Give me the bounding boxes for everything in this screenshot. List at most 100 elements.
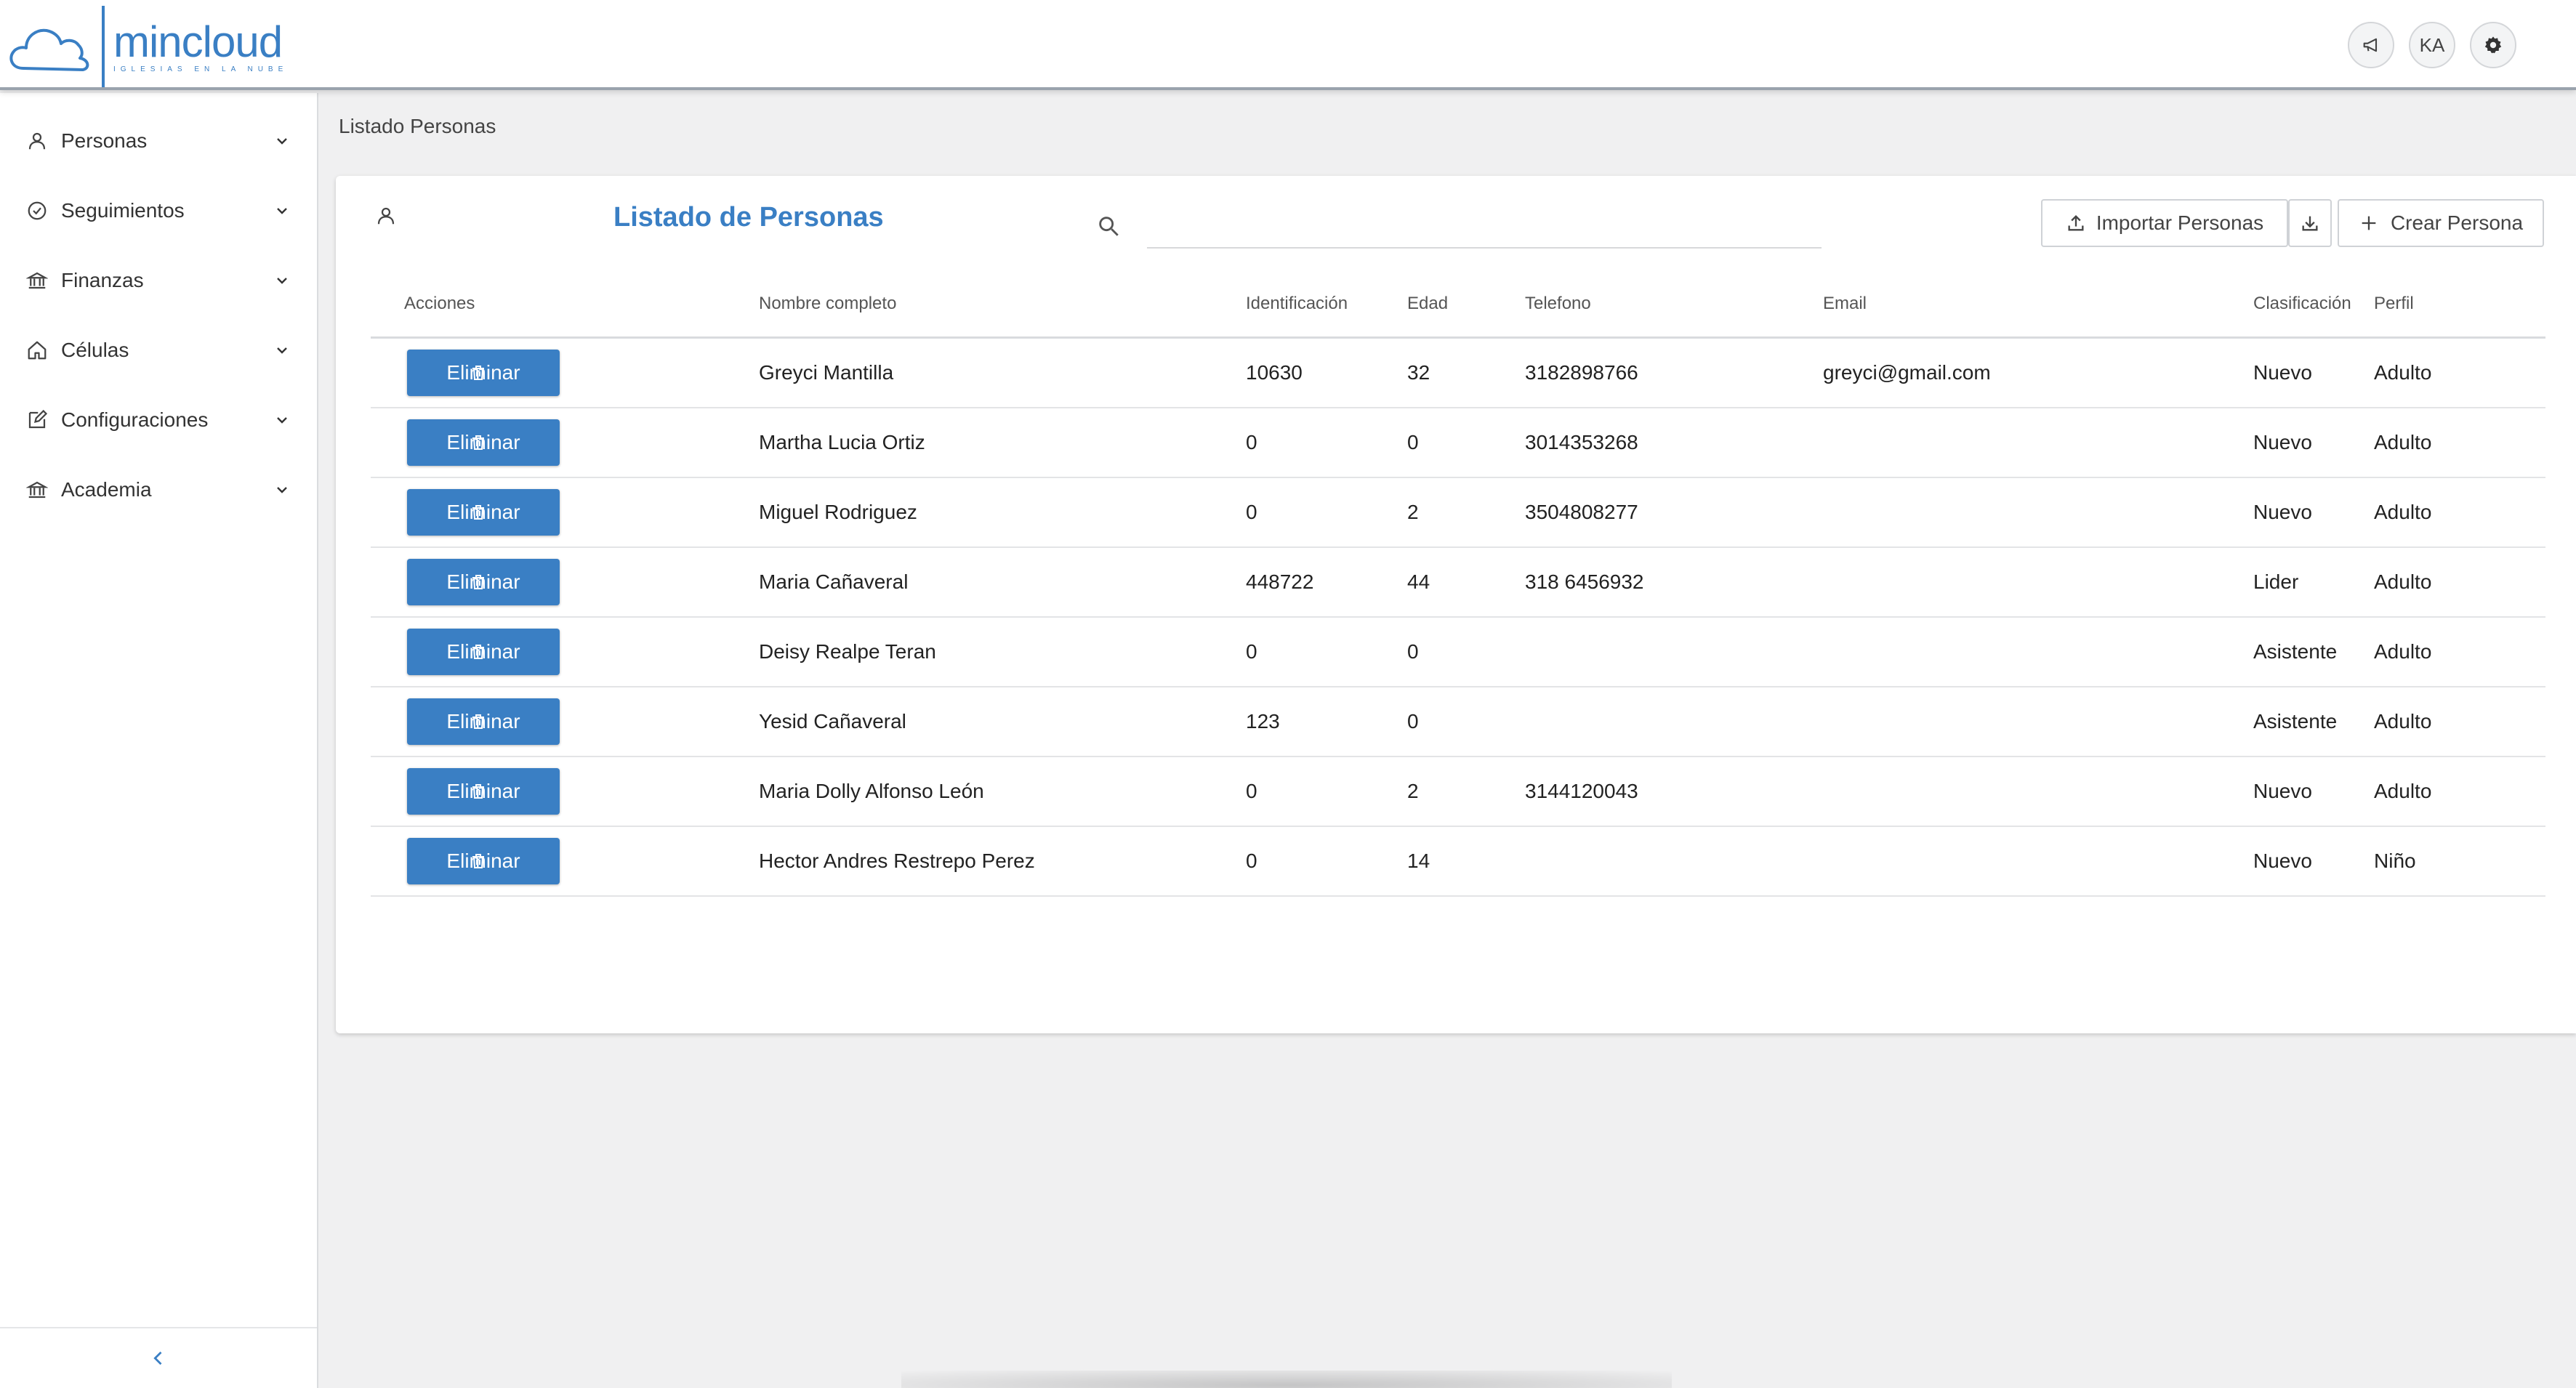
table-row[interactable]: Eliminar Hector Andres Restrepo Perez 0 14 N… [371, 827, 2545, 897]
header-telefono[interactable]: Telefono [1525, 294, 1591, 314]
settings-button[interactable] [2470, 22, 2516, 68]
cell-clasificacion: Nuevo [2253, 850, 2312, 872]
delete-label: Eliminar [446, 850, 520, 872]
header-email[interactable]: Email [1823, 294, 1867, 314]
cell-name: Yesid Cañaveral [759, 710, 906, 733]
header-nombre[interactable]: Nombre completo [759, 294, 896, 314]
download-icon [2302, 216, 2318, 231]
cell-edad: 0 [1407, 710, 1419, 733]
cell-name: Miguel Rodriguez [759, 501, 917, 523]
table-row[interactable]: Eliminar Miguel Rodriguez 0 2 3504808277 Nuev… [371, 478, 2545, 548]
cell-edad: 0 [1407, 431, 1419, 453]
search-input[interactable] [1147, 203, 1822, 249]
announcements-button[interactable] [2348, 22, 2394, 68]
people-table: Acciones Nombre completo Identificación … [371, 270, 2545, 929]
cell-perfil: Niño [2374, 850, 2416, 872]
logo[interactable]: mincloud IGLESIAS EN LA NUBE [7, 6, 288, 87]
sidebar-item-personas[interactable]: Personas [0, 106, 317, 176]
cell-identificacion: 0 [1246, 640, 1257, 663]
cell-name: Martha Lucia Ortiz [759, 431, 925, 453]
megaphone-icon [2363, 38, 2378, 52]
header-identificacion[interactable]: Identificación [1246, 294, 1348, 314]
edit-icon [28, 409, 48, 429]
sidebar-item-label: Personas [61, 129, 148, 152]
sidebar-item-academia[interactable]: Academia [0, 455, 317, 525]
delete-button[interactable]: Eliminar [407, 489, 560, 536]
table-row[interactable]: Eliminar Martha Lucia Ortiz 0 0 3014353268 Nu… [371, 408, 2545, 478]
cell-perfil: Adulto [2374, 780, 2432, 802]
delete-label: Eliminar [446, 431, 520, 453]
cell-clasificacion: Nuevo [2253, 431, 2312, 453]
chevron-down-icon [277, 487, 287, 493]
sidebar-item-label: Configuraciones [61, 408, 209, 431]
create-person-button[interactable]: Crear Persona [2338, 199, 2544, 247]
table-row[interactable]: Eliminar Maria Cañaveral 448722 44 318 64569… [371, 548, 2545, 618]
cell-edad: 2 [1407, 501, 1419, 523]
delete-button[interactable]: Eliminar [407, 350, 560, 396]
check-circle-icon [28, 201, 47, 220]
sidebar-item-finanzas[interactable]: Finanzas [0, 246, 317, 315]
table-header: Acciones Nombre completo Identificación … [371, 270, 2545, 339]
delete-button[interactable]: Eliminar [407, 559, 560, 605]
create-person-label: Crear Persona [2390, 211, 2524, 234]
search-icon [1099, 217, 1119, 236]
cell-edad: 14 [1407, 850, 1430, 872]
sidebar: Personas Seguimientos Finanzas Células C… [0, 93, 318, 1388]
delete-button[interactable]: Eliminar [407, 629, 560, 675]
import-people-button[interactable]: Importar Personas [2041, 199, 2288, 247]
cell-telefono: 318 6456932 [1525, 570, 1644, 593]
import-people-label: Importar Personas [2096, 211, 2264, 234]
person-icon [377, 207, 395, 225]
delete-label: Eliminar [446, 710, 520, 733]
cell-identificacion: 0 [1246, 501, 1257, 523]
cell-name: Maria Cañaveral [759, 570, 909, 593]
cell-edad: 2 [1407, 780, 1419, 802]
cell-identificacion: 0 [1246, 850, 1257, 872]
sidebar-collapse-button[interactable] [0, 1327, 317, 1388]
delete-button[interactable]: Eliminar [407, 698, 560, 745]
cell-edad: 32 [1407, 361, 1430, 384]
user-avatar-button[interactable]: KA [2409, 22, 2455, 68]
cell-perfil: Adulto [2374, 640, 2432, 663]
header-edad[interactable]: Edad [1407, 294, 1448, 314]
delete-label: Eliminar [446, 640, 520, 663]
download-button[interactable] [2288, 199, 2332, 247]
chevron-down-icon [277, 138, 287, 145]
chevron-down-icon [277, 347, 287, 354]
delete-label: Eliminar [446, 570, 520, 593]
cell-clasificacion: Asistente [2253, 640, 2338, 663]
cell-name: Hector Andres Restrepo Perez [759, 850, 1035, 872]
sidebar-item-label: Academia [61, 478, 152, 501]
delete-button[interactable]: Eliminar [407, 419, 560, 466]
cell-edad: 44 [1407, 570, 1430, 593]
table-row[interactable]: Eliminar Maria Dolly Alfonso León 0 2 314412… [371, 757, 2545, 827]
delete-button[interactable]: Eliminar [407, 768, 560, 815]
table-row[interactable]: Eliminar Greyci Mantilla 10630 32 3182898766… [371, 339, 2545, 408]
breadcrumb: Listado Personas [339, 115, 496, 137]
table-body: Eliminar Greyci Mantilla 10630 32 3182898766… [371, 339, 2545, 897]
bank-icon [26, 272, 48, 289]
table-row[interactable]: Eliminar Deisy Realpe Teran 0 0 Asistente Adu… [371, 618, 2545, 687]
home-icon [28, 341, 47, 360]
delete-label: Eliminar [446, 501, 520, 523]
chevron-down-icon [277, 208, 287, 214]
sidebar-item-seguimientos[interactable]: Seguimientos [0, 176, 317, 246]
sidebar-item-configuraciones[interactable]: Configuraciones [0, 385, 317, 455]
upload-icon [2068, 215, 2084, 231]
sidebar-item-celulas[interactable]: Células [0, 315, 317, 385]
cell-perfil: Adulto [2374, 431, 2432, 453]
header-acciones[interactable]: Acciones [404, 294, 475, 314]
cell-clasificacion: Asistente [2253, 710, 2338, 733]
cell-name: Deisy Realpe Teran [759, 640, 936, 663]
top-header: mincloud IGLESIAS EN LA NUBE KA [0, 0, 2576, 90]
delete-button[interactable]: Eliminar [407, 838, 560, 884]
cell-perfil: Adulto [2374, 361, 2432, 384]
cell-telefono: 3182898766 [1525, 361, 1638, 384]
cell-clasificacion: Nuevo [2253, 780, 2312, 802]
header-clasificacion[interactable]: Clasificación [2253, 294, 2351, 314]
cell-edad: 0 [1407, 640, 1419, 663]
header-perfil[interactable]: Perfil [2374, 294, 2414, 314]
chevron-down-icon [277, 417, 287, 424]
delete-label: Eliminar [446, 780, 520, 802]
table-row[interactable]: Eliminar Yesid Cañaveral 123 0 Asistente Adul… [371, 687, 2545, 757]
